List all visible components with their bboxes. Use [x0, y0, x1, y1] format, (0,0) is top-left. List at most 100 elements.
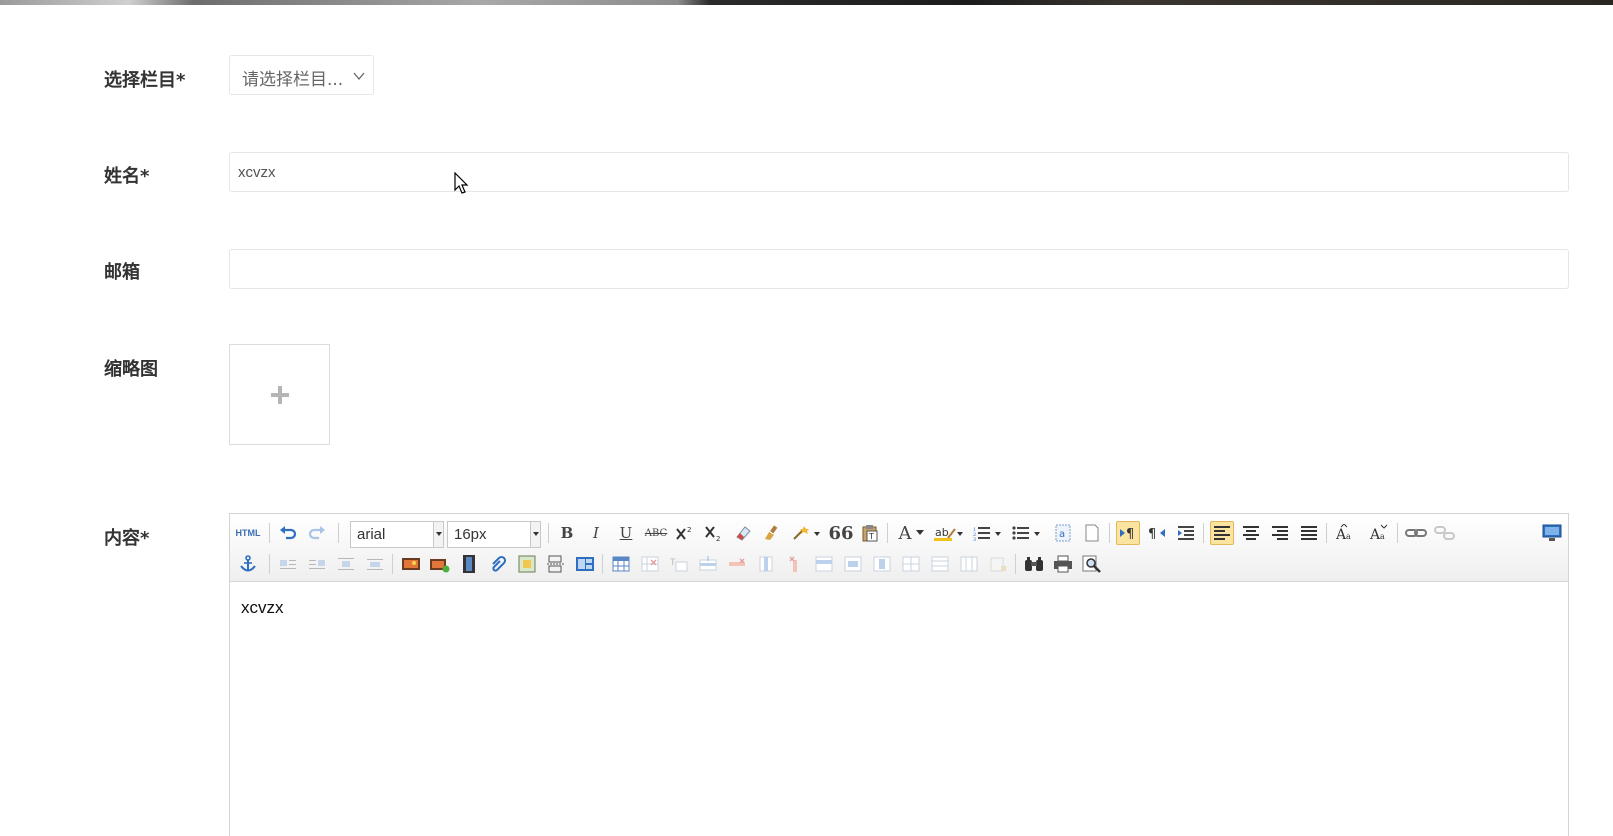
split-cells-button[interactable] [899, 552, 923, 576]
delete-table-button[interactable] [638, 552, 662, 576]
svg-text:¶: ¶ [1148, 527, 1156, 541]
svg-text:a: a [1380, 532, 1385, 541]
document-icon [1085, 524, 1099, 542]
split-cells-icon [902, 556, 920, 572]
superscript-button[interactable]: 2 [673, 521, 697, 545]
delete-column-button[interactable] [783, 552, 807, 576]
table-delete-icon [641, 556, 659, 572]
map-button[interactable] [515, 552, 539, 576]
ordered-list-button[interactable]: 123 [971, 521, 1005, 545]
attachment-button[interactable] [486, 552, 510, 576]
anchor-button[interactable] [236, 552, 260, 576]
font-color-icon: A [898, 522, 912, 544]
category-select[interactable]: 请选择栏目... [229, 55, 374, 95]
split-rows-button[interactable] [928, 552, 952, 576]
toolbar-separator [602, 554, 603, 574]
anchor-text-button[interactable]: a [1051, 521, 1075, 545]
page-break-button[interactable] [1080, 521, 1104, 545]
toolbar-separator [1203, 523, 1204, 543]
align-center-button[interactable] [1239, 521, 1263, 545]
eraser-button[interactable] [731, 521, 755, 545]
format-brush-button[interactable] [760, 521, 784, 545]
split-columns-button[interactable] [957, 552, 981, 576]
ltr-direction-button[interactable]: ¶ [1116, 521, 1140, 545]
format-brush-icon [765, 525, 778, 540]
subscript-button[interactable]: 2 [702, 521, 726, 545]
align-right-button[interactable] [1268, 521, 1292, 545]
font-size-value: 16px [454, 526, 487, 543]
font-family-select[interactable]: arial [350, 521, 444, 548]
unlink-icon [1434, 526, 1455, 540]
insert-row-icon [699, 556, 717, 571]
delete-row-button[interactable] [725, 552, 749, 576]
thumbnail-upload[interactable] [229, 344, 330, 445]
name-input[interactable]: xcvzx [229, 152, 1569, 192]
highlight-color-button[interactable]: ab [932, 521, 966, 545]
html-source-label: HTML [235, 528, 261, 538]
toolbar-separator [1015, 554, 1016, 574]
strikethrough-button[interactable]: ABC [644, 521, 668, 545]
email-input[interactable] [229, 249, 1569, 289]
underline-button[interactable]: U [614, 521, 638, 545]
toolbar-separator [338, 523, 339, 543]
insert-image-button[interactable] [399, 552, 423, 576]
eraser-icon [736, 526, 751, 541]
paste-plain-button[interactable]: T [858, 521, 882, 545]
font-size-select[interactable]: 16px [447, 521, 541, 548]
merge-down-button[interactable] [870, 552, 894, 576]
image-float-right-button[interactable] [305, 552, 329, 576]
align-right-icon [1272, 526, 1288, 540]
merge-down-icon [873, 556, 891, 572]
insert-video-button[interactable] [457, 552, 481, 576]
page-break-insert-button[interactable] [544, 552, 568, 576]
undo-button[interactable] [276, 521, 300, 545]
insert-paragraph-before-table-button[interactable]: T [667, 552, 691, 576]
template-button[interactable] [573, 552, 597, 576]
chart-button[interactable] [986, 552, 1010, 576]
italic-button[interactable]: I [584, 521, 608, 545]
search-replace-button[interactable] [1022, 552, 1046, 576]
preview-button[interactable] [1080, 552, 1104, 576]
ltr-icon: ¶ [1120, 527, 1134, 541]
indent-button[interactable] [1174, 521, 1198, 545]
email-label: 邮箱 [104, 262, 140, 283]
rtl-direction-button[interactable]: ¶ [1145, 521, 1169, 545]
insert-row-button[interactable] [696, 552, 720, 576]
image-float-left-button[interactable] [276, 552, 300, 576]
editor-content[interactable]: xcvzx [241, 598, 284, 618]
plus-icon [271, 386, 289, 404]
blockquote-button[interactable]: 66 [828, 521, 853, 545]
printer-icon [1054, 555, 1072, 573]
align-left-button[interactable] [1210, 521, 1234, 545]
unordered-list-button[interactable] [1010, 521, 1044, 545]
uppercase-button[interactable]: Aa [1333, 521, 1357, 545]
lowercase-button[interactable]: Aa [1367, 521, 1391, 545]
insert-column-button[interactable] [754, 552, 778, 576]
multi-image-button[interactable] [428, 552, 452, 576]
dropdown-arrow-icon [433, 522, 443, 547]
print-button[interactable] [1051, 552, 1075, 576]
html-source-button[interactable]: HTML [235, 521, 261, 545]
merge-right-button[interactable] [841, 552, 865, 576]
image-center-button[interactable] [334, 552, 358, 576]
unlink-button[interactable] [1433, 521, 1457, 545]
image-none-button[interactable] [363, 552, 387, 576]
dropdown-arrow-icon [530, 522, 540, 547]
toolbar-separator [887, 523, 888, 543]
subscript-icon: 2 [705, 526, 720, 541]
bold-button[interactable]: B [555, 521, 579, 545]
merge-cells-button[interactable] [812, 552, 836, 576]
paragraph-table-icon: T [670, 558, 688, 572]
toolbar-separator [548, 523, 549, 543]
binoculars-icon [1025, 557, 1043, 571]
anchor-icon [240, 555, 256, 572]
undo-icon [280, 526, 297, 540]
link-button[interactable] [1404, 521, 1428, 545]
align-justify-button[interactable] [1297, 521, 1321, 545]
fullscreen-button[interactable] [1540, 521, 1564, 545]
font-color-button[interactable]: A [894, 521, 928, 545]
redo-button[interactable] [305, 521, 329, 545]
auto-format-button[interactable] [789, 521, 823, 545]
merge-right-icon [844, 556, 862, 572]
insert-table-button[interactable] [609, 552, 633, 576]
